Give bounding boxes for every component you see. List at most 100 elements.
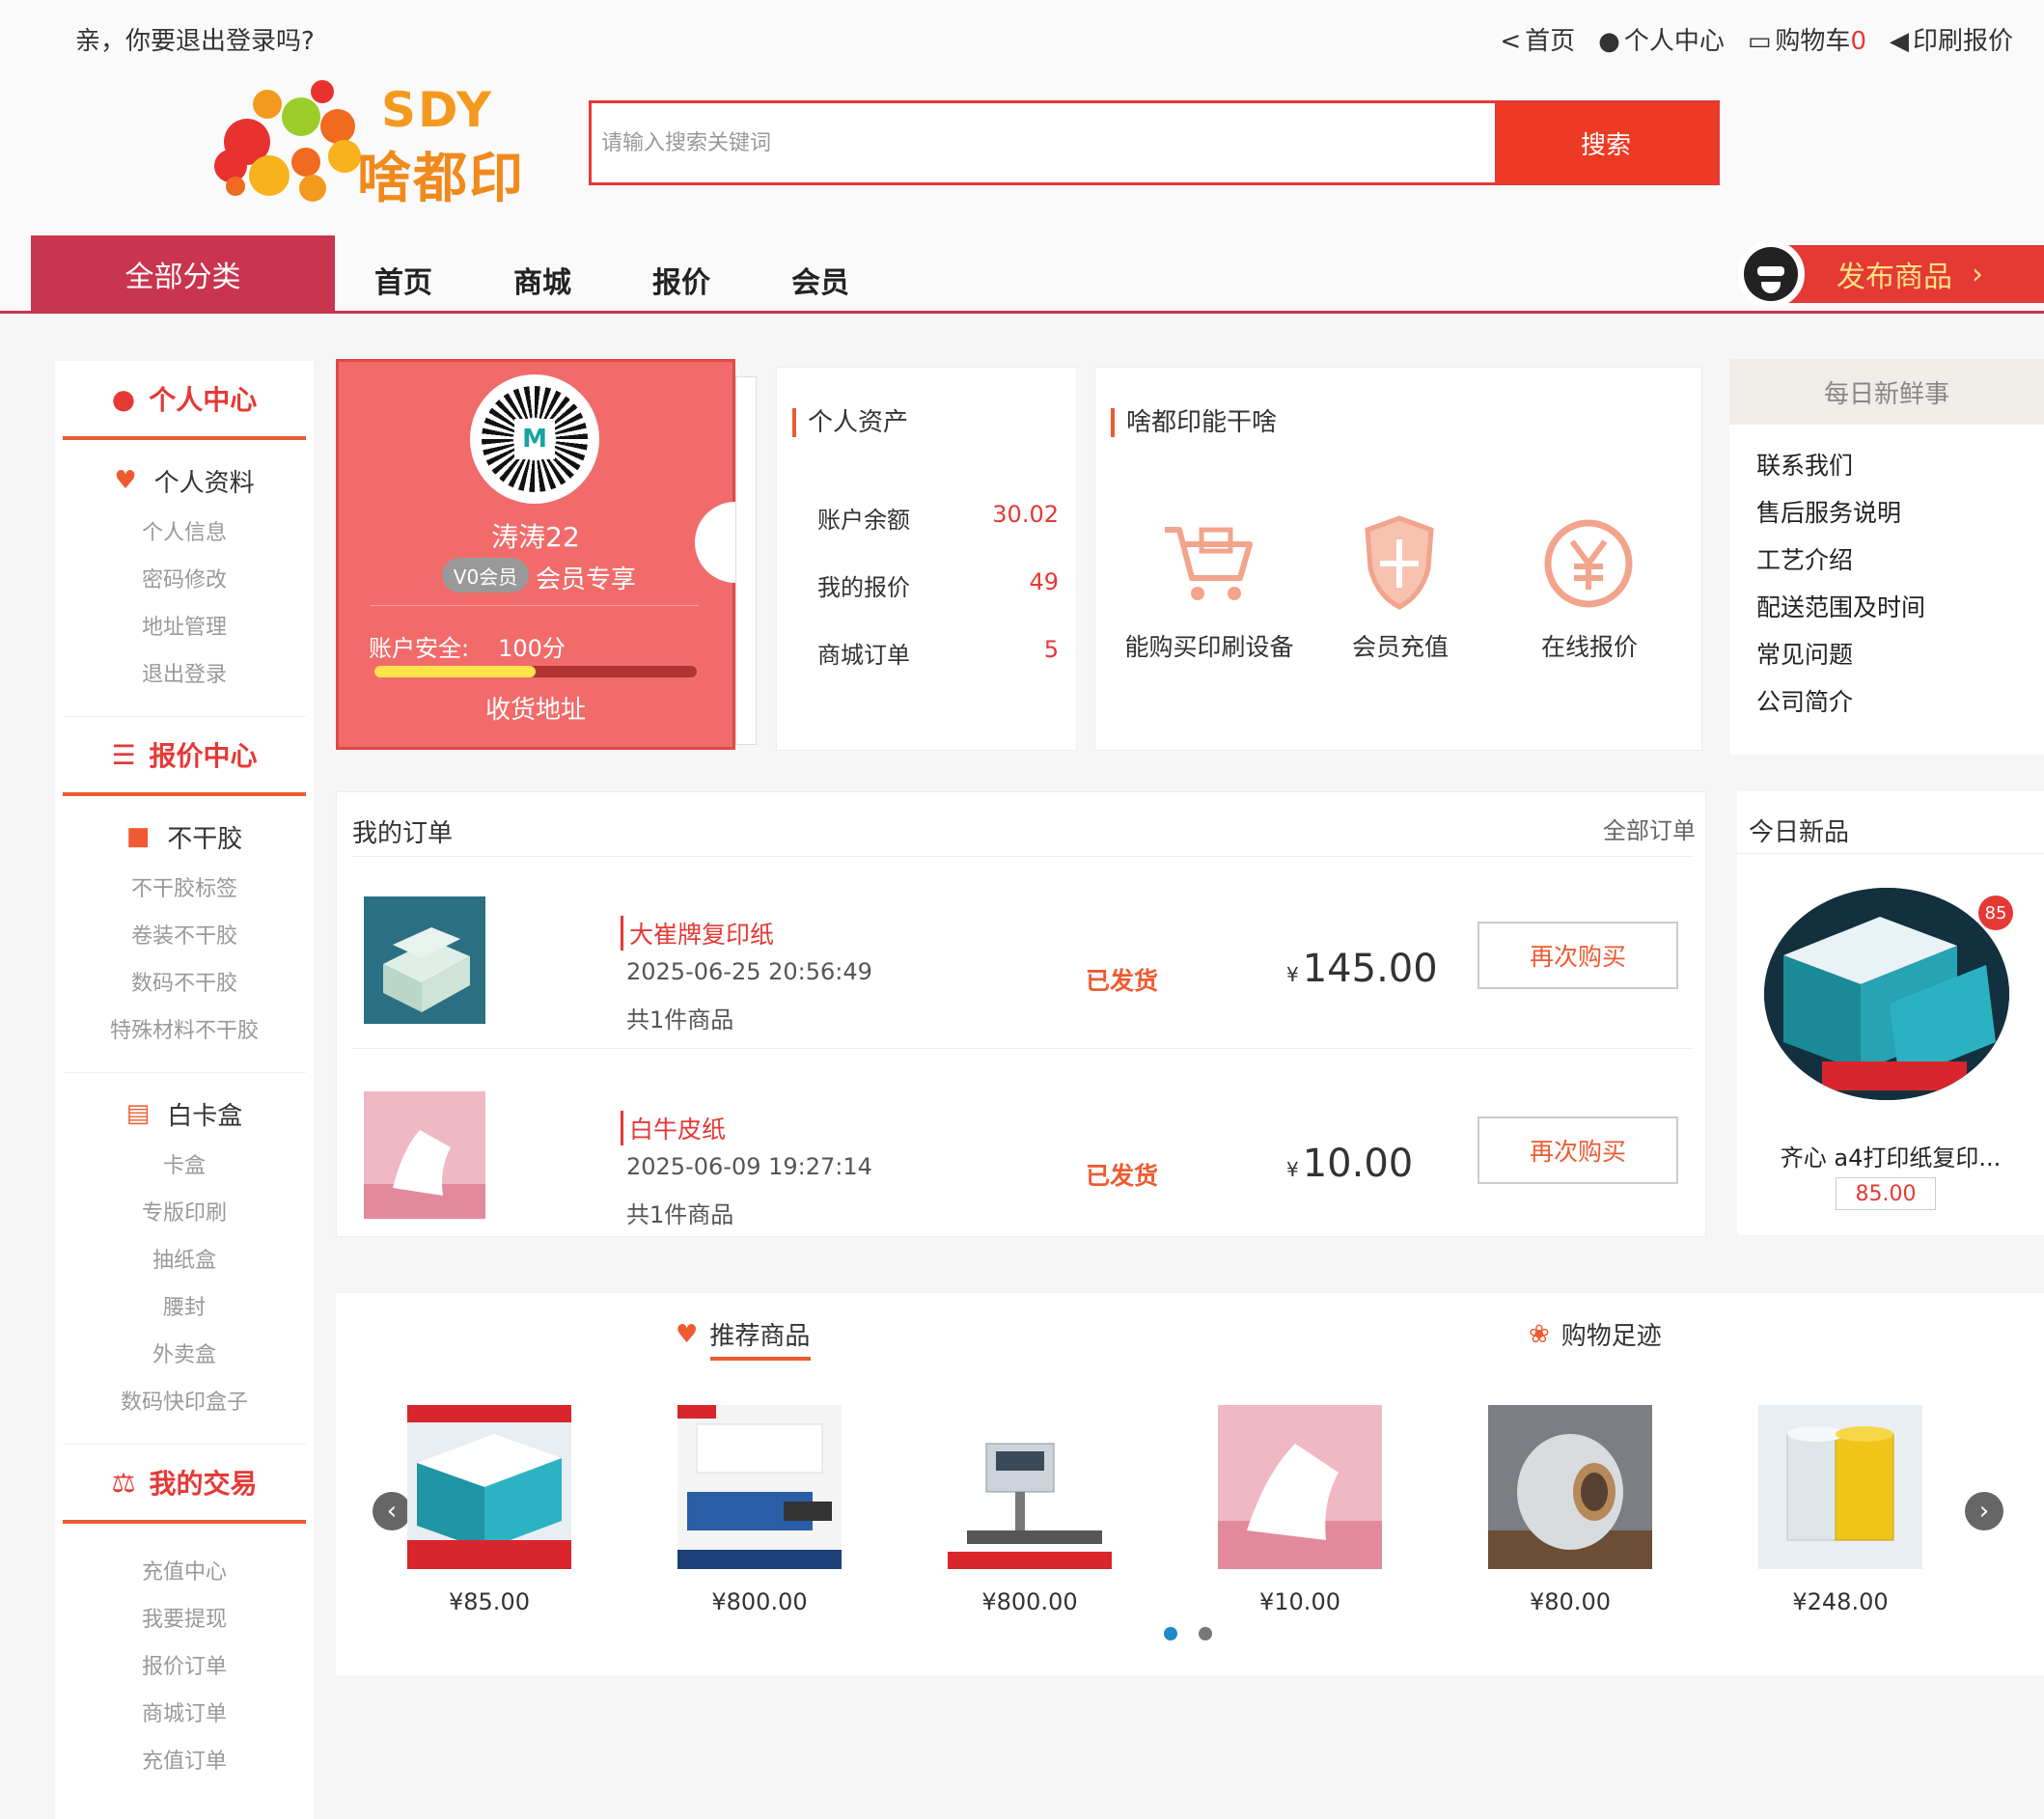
sidebar-group-profile[interactable]: ♥ 个人资料 xyxy=(55,452,314,510)
daily-news: 每日新鲜事 联系我们 售后服务说明 工艺介绍 配送范围及时间 常见问题 公司简介 xyxy=(1729,359,2044,755)
sidebar-item[interactable]: 商城订单 xyxy=(55,1691,314,1738)
product-card[interactable]: ¥800.00 xyxy=(677,1405,842,1615)
order-thumbnail[interactable] xyxy=(364,896,485,1024)
sidebar: ● 个人中心 ♥ 个人资料 个人信息 密码修改 地址管理 退出登录 ☰ 报价中心 ■ 不… xyxy=(55,361,314,1819)
feature-online-quote[interactable]: 在线报价 xyxy=(1493,628,1686,663)
today-new-image[interactable] xyxy=(1764,888,2009,1100)
cart-icon: ▭ xyxy=(1747,27,1772,56)
nav-home[interactable]: 首页 xyxy=(374,259,432,301)
today-new-products: 今日新品 85 齐心 a4打印纸复印... 85.00 xyxy=(1737,791,2044,1235)
sidebar-item[interactable]: 专版印刷 xyxy=(55,1190,314,1237)
news-item[interactable]: 售后服务说明 xyxy=(1729,489,2044,537)
carousel-dot[interactable] xyxy=(1199,1627,1212,1640)
carousel-next-button[interactable]: › xyxy=(1965,1492,2003,1530)
sidebar-item[interactable]: 卡盒 xyxy=(55,1143,314,1190)
shipping-address-link[interactable]: 收货地址 xyxy=(336,690,735,726)
product-card[interactable]: ¥85.00 xyxy=(407,1405,571,1615)
vip-badge: V0会员 xyxy=(442,558,529,593)
security-bar-fill xyxy=(374,666,536,677)
scrollbar[interactable] xyxy=(735,376,757,745)
order-count: 共1件商品 xyxy=(626,1006,734,1034)
product-price: ¥10.00 xyxy=(1259,1588,1340,1615)
top-link-print-quote[interactable]: ◀ 印刷报价 xyxy=(1890,21,2013,57)
carousel-prev-button[interactable]: ‹ xyxy=(373,1492,411,1530)
sidebar-item-logout[interactable]: 退出登录 xyxy=(55,651,314,699)
order-date: 2025-06-09 19:27:14 xyxy=(626,1153,872,1180)
product-price: ¥800.00 xyxy=(711,1588,808,1615)
all-categories-button[interactable]: 全部分类 xyxy=(31,235,335,313)
avatar[interactable] xyxy=(1737,240,1805,308)
search-input[interactable] xyxy=(592,103,1494,182)
product-image[interactable] xyxy=(948,1405,1112,1569)
today-new-name[interactable]: 齐心 a4打印纸复印... xyxy=(1737,1139,2044,1172)
carousel-dot[interactable] xyxy=(1164,1627,1177,1640)
sidebar-section-quote[interactable]: ☰ 报价中心 xyxy=(63,717,306,796)
product-image[interactable] xyxy=(1488,1405,1652,1569)
product-image[interactable] xyxy=(1758,1405,1922,1569)
heart-icon: ♥ xyxy=(676,1319,699,1349)
divider xyxy=(371,605,699,606)
news-item[interactable]: 常见问题 xyxy=(1729,631,2044,678)
sidebar-section-trade[interactable]: ⚖ 我的交易 xyxy=(63,1445,306,1524)
asset-row-orders[interactable]: 商城订单 5 xyxy=(817,636,1059,670)
feature-buy-equipment[interactable]: 能购买印刷设备 xyxy=(1113,628,1306,663)
news-item[interactable]: 工艺介绍 xyxy=(1729,537,2044,584)
nav-quote[interactable]: 报价 xyxy=(652,259,710,301)
product-price: ¥85.00 xyxy=(449,1588,530,1615)
product-image[interactable] xyxy=(1218,1405,1382,1569)
news-item[interactable]: 联系我们 xyxy=(1729,442,2044,489)
sidebar-item[interactable]: 我要提现 xyxy=(55,1596,314,1643)
sidebar-item[interactable]: 数码快印盒子 xyxy=(55,1379,314,1426)
sidebar-item[interactable]: 充值订单 xyxy=(55,1738,314,1785)
sidebar-item[interactable]: 外卖盒 xyxy=(55,1332,314,1379)
account-security: 账户安全: 100分 xyxy=(369,635,566,662)
sidebar-item[interactable]: 充值中心 xyxy=(55,1549,314,1596)
newspaper-icon: ▤ xyxy=(125,1099,151,1128)
recommend-section: ♥ 推荐商品 ❀ 购物足迹 ‹ › ¥85.00 ¥800.00 ¥800.00 ¥… xyxy=(336,1293,2044,1675)
all-orders-link[interactable]: 全部订单 xyxy=(1603,812,1696,845)
rebuy-button[interactable]: 再次购买 xyxy=(1478,1116,1678,1184)
news-item[interactable]: 公司简介 xyxy=(1729,678,2044,726)
logo-text-name: 啥都印 xyxy=(357,148,525,210)
order-row: 大崔牌复印纸 2025-06-25 20:56:49 共1件商品 已发货 ¥14… xyxy=(352,879,1694,1062)
top-link-home[interactable]: < 首页 xyxy=(1500,21,1575,57)
product-card[interactable]: ¥80.00 xyxy=(1488,1405,1652,1615)
sidebar-group-white-card-box[interactable]: ▤ 白卡盒 xyxy=(55,1085,314,1143)
top-link-user-center[interactable]: ● 个人中心 xyxy=(1598,21,1725,57)
sidebar-group-sticker[interactable]: ■ 不干胶 xyxy=(55,808,314,866)
sidebar-section-personal[interactable]: ● 个人中心 xyxy=(63,361,306,440)
search-button[interactable]: 搜索 xyxy=(1495,103,1717,182)
sidebar-item-password[interactable]: 密码修改 xyxy=(55,557,314,604)
rebuy-button[interactable]: 再次购买 xyxy=(1478,922,1678,989)
sidebar-item[interactable]: 数码不干胶 xyxy=(55,960,314,1007)
sidebar-item[interactable]: 报价订单 xyxy=(55,1643,314,1691)
asset-row-quotes[interactable]: 我的报价 49 xyxy=(817,568,1059,602)
tab-history[interactable]: ❀ 购物足迹 xyxy=(1529,1316,1662,1352)
logout-prompt[interactable]: 亲，你要退出登录吗? xyxy=(75,21,315,57)
sidebar-item[interactable]: 特殊材料不干胶 xyxy=(55,1007,314,1055)
nav-member[interactable]: 会员 xyxy=(791,259,849,301)
order-thumbnail[interactable] xyxy=(364,1091,485,1219)
product-image[interactable] xyxy=(407,1405,571,1569)
product-image[interactable] xyxy=(677,1405,842,1569)
order-price: ¥10.00 xyxy=(1286,1142,1414,1186)
order-price: ¥145.00 xyxy=(1286,947,1438,991)
product-card[interactable]: ¥248.00 xyxy=(1758,1405,1922,1615)
tab-recommend[interactable]: ♥ 推荐商品 xyxy=(676,1316,810,1352)
sidebar-item[interactable]: 卷装不干胶 xyxy=(55,913,314,960)
sidebar-item-address[interactable]: 地址管理 xyxy=(55,604,314,651)
asset-row-balance[interactable]: 账户余额 30.02 xyxy=(817,501,1059,535)
feature-member-recharge[interactable]: 会员充值 xyxy=(1304,628,1497,663)
top-link-cart[interactable]: ▭ 购物车0 xyxy=(1748,21,1866,57)
sidebar-item[interactable]: 腰封 xyxy=(55,1284,314,1332)
product-card[interactable]: ¥800.00 xyxy=(948,1405,1112,1615)
sidebar-item-personal-info[interactable]: 个人信息 xyxy=(55,510,314,557)
product-card[interactable]: ¥10.00 xyxy=(1218,1405,1382,1615)
order-product-name[interactable]: 大崔牌复印纸 xyxy=(621,916,774,951)
truck-icon: ■ xyxy=(125,822,151,851)
news-item[interactable]: 配送范围及时间 xyxy=(1729,584,2044,631)
sidebar-item[interactable]: 不干胶标签 xyxy=(55,866,314,913)
nav-mall[interactable]: 商城 xyxy=(513,259,571,301)
order-product-name[interactable]: 白牛皮纸 xyxy=(621,1111,726,1145)
sidebar-item[interactable]: 抽纸盒 xyxy=(55,1237,314,1284)
